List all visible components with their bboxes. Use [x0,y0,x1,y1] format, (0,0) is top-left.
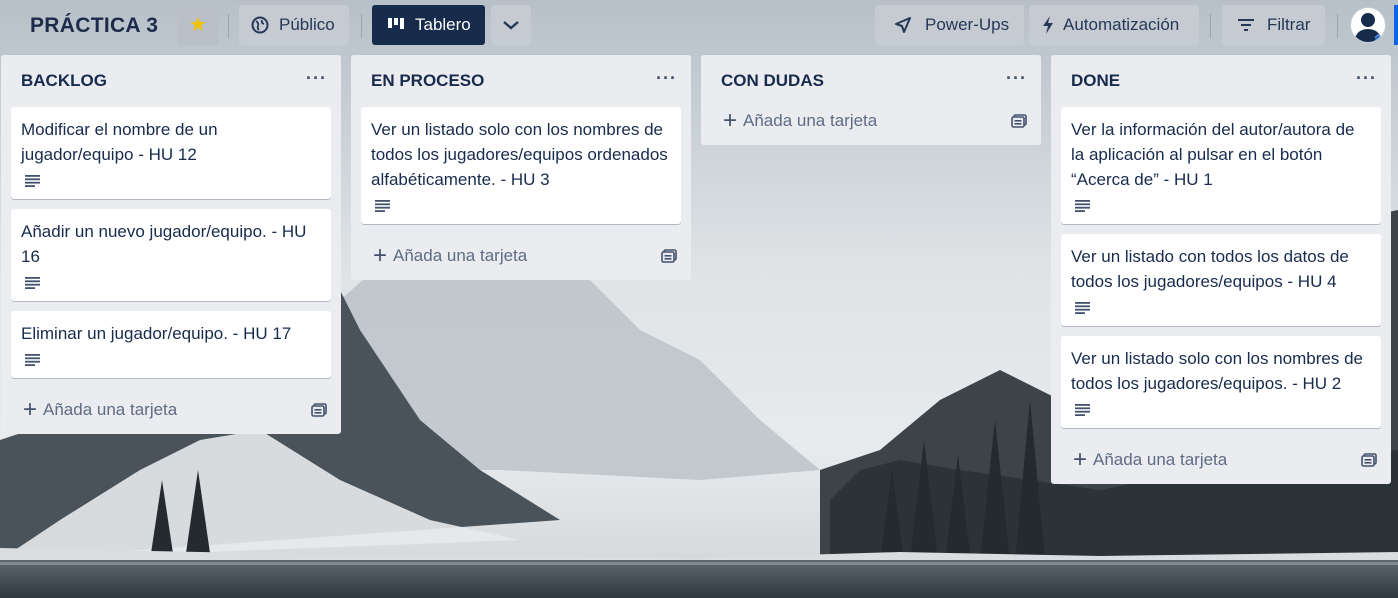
add-card-row: + Añada una tarjeta [1,388,341,432]
card-title: Ver un listado solo con los nombres de t… [371,120,668,189]
list-backlog: BACKLOG ··· Modificar el nombre de un ju… [1,55,341,434]
header-divider [228,14,229,38]
add-card-button[interactable]: + Añada una tarjeta [23,398,177,422]
view-switch-button[interactable] [491,5,531,45]
header-divider [1210,14,1211,38]
list-en-proceso: EN PROCESO ··· Ver un listado solo con l… [351,55,691,280]
card[interactable]: Eliminar un jugador/equipo. - HU 17 [11,311,331,378]
card[interactable]: Ver un listado con todos los datos de to… [1061,234,1381,326]
view-label: Tablero [415,15,471,34]
chevron-down-icon [502,19,520,31]
add-card-label: Añada una tarjeta [43,400,178,419]
card[interactable]: Modificar el nombre de un jugador/equipo… [11,107,331,199]
card-title: Ver un listado solo con los nombres de t… [1071,349,1364,393]
plus-icon: + [723,107,738,134]
card-title: Ver la información del autor/autora de l… [1071,120,1355,189]
card-title: Añadir un nuevo jugador/equipo. - HU 16 [21,222,307,266]
card-title: Ver un listado con todos los datos de to… [1071,247,1349,291]
template-icon[interactable] [1361,453,1377,467]
add-card-button[interactable]: + Añada una tarjeta [373,244,527,268]
list-done: DONE ··· Ver la información del autor/au… [1051,55,1391,484]
card[interactable]: Ver la información del autor/autora de l… [1061,107,1381,224]
plus-icon: + [373,242,388,269]
list-header: BACKLOG ··· [1,55,341,107]
description-icon [1075,302,1090,314]
list-con-dudas: CON DUDAS ··· + Añada una tarjeta [701,55,1041,145]
description-icon [25,354,40,366]
add-card-label: Añada una tarjeta [1093,450,1228,469]
plus-icon: + [1073,446,1088,473]
template-icon[interactable] [311,403,327,417]
header-divider [1337,14,1338,38]
avatar[interactable] [1350,7,1386,43]
view-button[interactable]: Tablero [372,5,485,45]
filter-icon [1238,18,1254,32]
list-title[interactable]: CON DUDAS [721,71,824,91]
automation-button[interactable]: Automatización [1029,5,1199,45]
list-header: EN PROCESO ··· [351,55,691,107]
add-card-label: Añada una tarjeta [743,111,878,130]
board-header: PRÁCTICA 3 ★ Público Tablero Power-Ups A… [0,0,1398,52]
card[interactable]: Añadir un nuevo jugador/equipo. - HU 16 [11,209,331,301]
powerups-button[interactable]: Power-Ups [875,5,1024,45]
ellipsis-icon[interactable]: ··· [656,69,677,93]
globe-icon [251,16,269,34]
list-title[interactable]: BACKLOG [21,71,107,91]
ellipsis-icon[interactable]: ··· [1006,69,1027,93]
filter-button[interactable]: Filtrar [1222,5,1325,45]
visibility-button[interactable]: Público [239,5,349,45]
filter-label: Filtrar [1267,15,1311,34]
card-title: Modificar el nombre de un jugador/equipo… [21,120,218,164]
visibility-label: Público [279,15,335,34]
rocket-icon [893,15,913,35]
automation-label: Automatización [1063,15,1180,34]
description-icon [375,200,390,212]
card[interactable]: Ver un listado solo con los nombres de t… [361,107,681,224]
description-icon [1075,404,1090,416]
description-icon [25,277,40,289]
user-icon [1354,13,1382,42]
card[interactable]: Ver un listado solo con los nombres de t… [1061,336,1381,428]
add-card-label: Añada una tarjeta [393,246,528,265]
star-button[interactable]: ★ [178,5,218,45]
add-card-button[interactable]: + Añada una tarjeta [1073,448,1227,472]
list-header: DONE ··· [1051,55,1391,107]
board-title[interactable]: PRÁCTICA 3 [30,12,158,40]
ellipsis-icon[interactable]: ··· [306,69,327,93]
add-card-button[interactable]: + Añada una tarjeta [723,109,877,133]
template-icon[interactable] [661,249,677,263]
lightning-icon [1041,15,1055,35]
star-icon: ★ [189,14,207,36]
list-title[interactable]: DONE [1071,71,1120,91]
list-title[interactable]: EN PROCESO [371,71,484,91]
share-button-edge[interactable] [1394,5,1398,45]
add-card-row: + Añada una tarjeta [1051,438,1391,482]
add-card-row: + Añada una tarjeta [351,234,691,278]
plus-icon: + [23,396,38,423]
description-icon [1075,200,1090,212]
add-card-row: + Añada una tarjeta [701,99,1041,143]
card-title: Eliminar un jugador/equipo. - HU 17 [21,324,292,343]
header-divider [361,14,362,38]
ellipsis-icon[interactable]: ··· [1356,69,1377,93]
board-icon [388,18,406,32]
powerups-label: Power-Ups [925,15,1010,34]
template-icon[interactable] [1011,114,1027,128]
description-icon [25,175,40,187]
